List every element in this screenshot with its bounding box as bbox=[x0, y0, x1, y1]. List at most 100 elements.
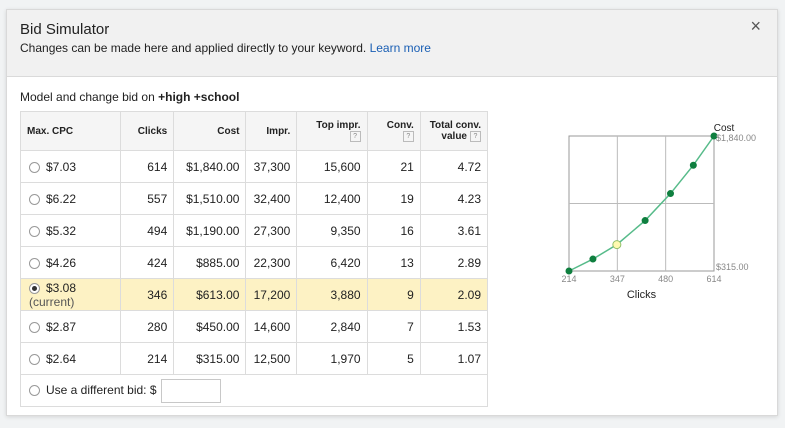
cell-impr: 12,500 bbox=[245, 342, 298, 375]
bid-cell[interactable]: $6.22 bbox=[20, 182, 121, 215]
cell-cost: $885.00 bbox=[173, 246, 247, 279]
data-point bbox=[641, 217, 649, 225]
bid-value: $5.32 bbox=[46, 223, 77, 238]
help-icon[interactable]: ? bbox=[402, 130, 414, 142]
cost-clicks-chart: 214 347 480 614ClicksCost$1,840.00$315.00 bbox=[561, 123, 756, 301]
table-header-row: Max. CPC Clicks Cost Impr. Top impr.? Co… bbox=[20, 111, 488, 151]
bid-value: $2.64 bbox=[46, 351, 77, 366]
cell-top: 9,350 bbox=[296, 214, 368, 247]
bid-radio[interactable] bbox=[29, 193, 40, 205]
col-conv: Conv.? bbox=[367, 111, 421, 151]
cell-cost: $315.00 bbox=[173, 342, 247, 375]
table-row[interactable]: $2.87 280 $450.00 14,600 2,840 7 1.53 bbox=[20, 310, 488, 343]
cell-clicks: 346 bbox=[120, 278, 175, 311]
cell-impr: 14,600 bbox=[245, 310, 298, 343]
bid-value: $3.08 bbox=[46, 280, 77, 295]
table-row[interactable]: $4.26 424 $885.00 22,300 6,420 13 2.89 bbox=[20, 246, 488, 279]
cell-top: 2,840 bbox=[296, 310, 368, 343]
y-max-label: $1,840.00 bbox=[716, 133, 756, 143]
bid-cell[interactable]: $2.64 bbox=[20, 342, 121, 375]
x-tick-label: 347 bbox=[610, 274, 625, 284]
bid-cell[interactable]: $7.03 bbox=[20, 150, 121, 183]
learn-more-link[interactable]: Learn more bbox=[370, 41, 431, 55]
help-icon[interactable]: ? bbox=[470, 130, 481, 142]
x-tick-label: 480 bbox=[658, 274, 673, 284]
data-point bbox=[689, 161, 697, 169]
top-impr-label: Top impr. bbox=[316, 119, 361, 131]
cell-conv: 13 bbox=[367, 246, 421, 279]
col-impr: Impr. bbox=[245, 111, 298, 151]
cell-conv: 9 bbox=[367, 278, 421, 311]
help-icon[interactable]: ? bbox=[349, 130, 361, 142]
cell-top: 3,880 bbox=[296, 278, 368, 311]
model-prefix: Model and change bid on bbox=[20, 90, 155, 104]
cell-conv: 19 bbox=[367, 182, 421, 215]
table-row[interactable]: $7.03 614 $1,840.00 37,300 15,600 21 4.72 bbox=[20, 150, 488, 183]
bid-radio[interactable] bbox=[29, 161, 40, 173]
different-bid-label: Use a different bid: $ bbox=[46, 382, 157, 397]
current-label: (current) bbox=[29, 294, 75, 309]
cell-value: 4.72 bbox=[420, 150, 488, 183]
subtitle-text: Changes can be made here and applied dir… bbox=[20, 41, 367, 55]
cell-clicks: 494 bbox=[120, 214, 175, 247]
x-axis-label: Clicks bbox=[627, 289, 657, 301]
bid-cell[interactable]: $4.26 bbox=[20, 246, 121, 279]
dialog-header: Bid Simulator Changes can be made here a… bbox=[7, 10, 777, 77]
x-tick-label: 614 bbox=[706, 274, 721, 284]
model-line: Model and change bid on +high +school bbox=[20, 90, 239, 104]
close-icon[interactable]: × bbox=[750, 16, 761, 37]
dialog-subtitle: Changes can be made here and applied dir… bbox=[20, 41, 431, 55]
cell-cost: $1,510.00 bbox=[173, 182, 247, 215]
cell-value: 1.07 bbox=[420, 342, 488, 375]
cell-clicks: 214 bbox=[120, 342, 175, 375]
table-row[interactable]: $5.32 494 $1,190.00 27,300 9,350 16 3.61 bbox=[20, 214, 488, 247]
col-max-cpc: Max. CPC bbox=[20, 111, 121, 151]
bid-radio[interactable] bbox=[29, 321, 40, 333]
bid-cell[interactable]: $3.08 (current) bbox=[20, 278, 121, 311]
col-top-impr: Top impr.? bbox=[296, 111, 368, 151]
bid-table: Max. CPC Clicks Cost Impr. Top impr.? Co… bbox=[20, 111, 488, 407]
bid-cell[interactable]: $2.87 bbox=[20, 310, 121, 343]
bid-value: $7.03 bbox=[46, 159, 77, 174]
cell-value: 1.53 bbox=[420, 310, 488, 343]
bid-value: $6.22 bbox=[46, 191, 77, 206]
table-row[interactable]: $2.64 214 $315.00 12,500 1,970 5 1.07 bbox=[20, 342, 488, 375]
cell-value: 2.89 bbox=[420, 246, 488, 279]
col-total-conv-value: Total conv. value? bbox=[420, 111, 488, 151]
data-point bbox=[589, 255, 597, 263]
different-bid-cell[interactable]: Use a different bid: $ bbox=[21, 375, 488, 407]
data-point bbox=[667, 190, 674, 198]
cell-impr: 22,300 bbox=[245, 246, 298, 279]
cell-conv: 16 bbox=[367, 214, 421, 247]
bid-radio[interactable] bbox=[29, 225, 40, 237]
cell-impr: 17,200 bbox=[245, 278, 298, 311]
different-bid-input[interactable] bbox=[160, 378, 221, 403]
dialog-title: Bid Simulator bbox=[20, 21, 110, 38]
y-min-label: $315.00 bbox=[716, 262, 749, 272]
bid-value: $2.87 bbox=[46, 319, 77, 334]
cell-cost: $613.00 bbox=[173, 278, 247, 311]
bid-radio[interactable] bbox=[29, 282, 40, 294]
table-row[interactable]: $6.22 557 $1,510.00 32,400 12,400 19 4.23 bbox=[20, 182, 488, 215]
cell-impr: 27,300 bbox=[245, 214, 298, 247]
col-clicks: Clicks bbox=[120, 111, 175, 151]
cell-cost: $450.00 bbox=[173, 310, 247, 343]
current-point bbox=[612, 240, 622, 250]
x-tick-label: 214 bbox=[561, 274, 576, 284]
cell-impr: 32,400 bbox=[245, 182, 298, 215]
cell-value: 4.23 bbox=[420, 182, 488, 215]
bid-radio[interactable] bbox=[29, 353, 40, 365]
bid-radio[interactable] bbox=[29, 257, 40, 269]
different-bid-radio[interactable] bbox=[29, 385, 40, 396]
conv-label: Conv. bbox=[386, 119, 414, 131]
cell-top: 12,400 bbox=[296, 182, 368, 215]
table-row[interactable]: $3.08 (current) 346 $613.00 17,200 3,880 9 2.0… bbox=[20, 278, 488, 311]
bid-value: $4.26 bbox=[46, 255, 77, 270]
cell-cost: $1,840.00 bbox=[173, 150, 247, 183]
cell-conv: 21 bbox=[367, 150, 421, 183]
cell-clicks: 614 bbox=[120, 150, 175, 183]
cell-impr: 37,300 bbox=[245, 150, 298, 183]
bid-cell[interactable]: $5.32 bbox=[20, 214, 121, 247]
cell-conv: 7 bbox=[367, 310, 421, 343]
different-bid-row[interactable]: Use a different bid: $ bbox=[21, 375, 488, 407]
